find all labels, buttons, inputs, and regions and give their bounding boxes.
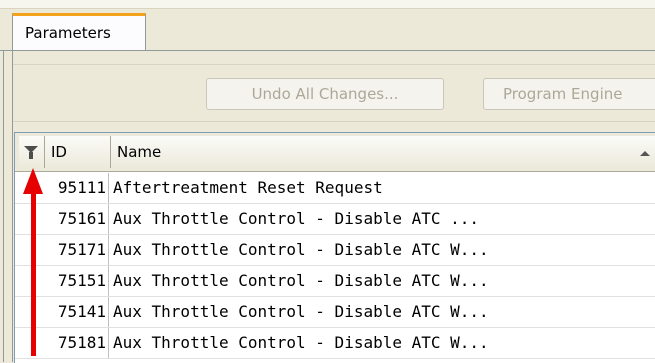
name-column-label: Name bbox=[117, 143, 162, 161]
grid-header: ID Name bbox=[15, 133, 655, 172]
filter-icon-stem bbox=[29, 152, 33, 159]
program-engine-button[interactable]: Program Engine bbox=[483, 78, 655, 110]
row-name: Aux Throttle Control - Disable ATC W... bbox=[113, 333, 489, 352]
row-id: 75151 bbox=[15, 266, 109, 296]
red-arrow-head bbox=[23, 168, 43, 194]
tab-parameters[interactable]: Parameters bbox=[12, 13, 146, 51]
table-row[interactable]: 75141 Aux Throttle Control - Disable ATC… bbox=[15, 297, 655, 328]
filter-column-header[interactable] bbox=[19, 136, 45, 168]
table-row[interactable]: 95111 Aftertreatment Reset Request bbox=[15, 173, 655, 204]
window-top-strip bbox=[0, 0, 655, 9]
row-id: 75161 bbox=[15, 204, 109, 234]
table-row[interactable]: 75171 Aux Throttle Control - Disable ATC… bbox=[15, 235, 655, 266]
row-name: Aux Throttle Control - Disable ATC ... bbox=[113, 209, 480, 228]
table-row[interactable]: 75161 Aux Throttle Control - Disable ATC… bbox=[15, 204, 655, 235]
row-name: Aux Throttle Control - Disable ATC W... bbox=[113, 302, 489, 321]
row-name: Aux Throttle Control - Disable ATC W... bbox=[113, 271, 489, 290]
id-column-header[interactable]: ID bbox=[45, 136, 111, 168]
panel-border-outer bbox=[3, 51, 4, 362]
table-row[interactable]: 75181 Aux Throttle Control - Disable ATC… bbox=[15, 328, 655, 359]
undo-all-changes-button[interactable]: Undo All Changes... bbox=[206, 78, 444, 110]
sort-ascending-icon bbox=[640, 151, 650, 156]
row-name: Aux Throttle Control - Disable ATC W... bbox=[113, 240, 489, 259]
name-column-header[interactable]: Name bbox=[111, 136, 655, 168]
parameters-grid[interactable]: ID Name 95111 Aftertreatment Reset Reque… bbox=[14, 132, 655, 363]
row-id: 75141 bbox=[15, 297, 109, 327]
table-row[interactable]: 75151 Aux Throttle Control - Disable ATC… bbox=[15, 266, 655, 297]
toolbar: Undo All Changes... Program Engine bbox=[13, 64, 655, 122]
grid-rows: 95111 Aftertreatment Reset Request 75161… bbox=[15, 173, 655, 359]
row-name: Aftertreatment Reset Request bbox=[113, 178, 383, 197]
red-arrow-shaft bbox=[31, 192, 36, 356]
tab-strip-border bbox=[0, 50, 655, 51]
row-id: 75171 bbox=[15, 235, 109, 265]
row-id: 75181 bbox=[15, 328, 109, 358]
